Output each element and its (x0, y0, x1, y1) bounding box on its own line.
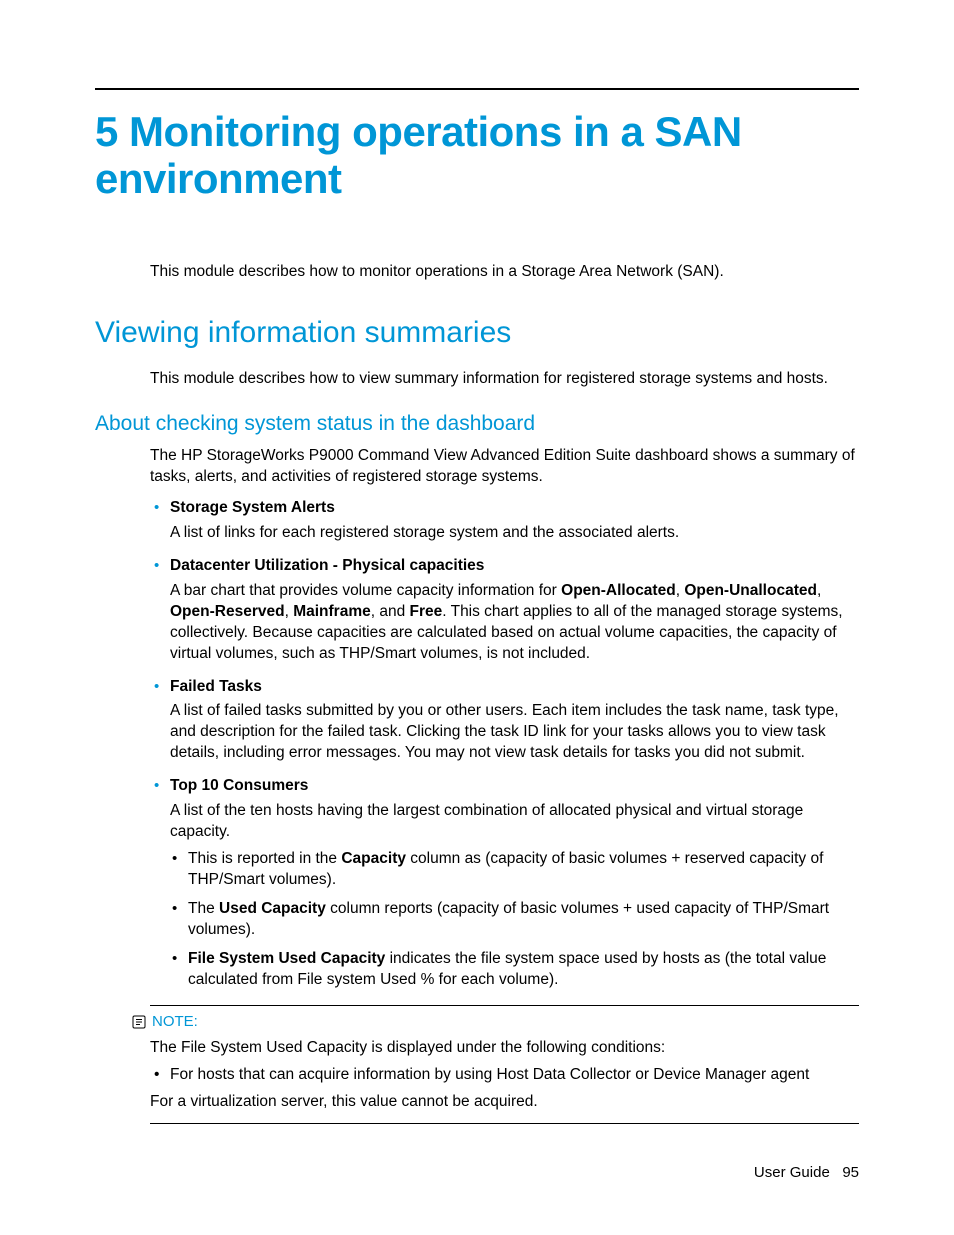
text: A bar chart that provides volume capacit… (170, 582, 561, 599)
text: This is reported in the (188, 850, 341, 867)
bold: Free (410, 603, 443, 620)
bold: Used Capacity (219, 900, 326, 917)
text: , and (371, 603, 410, 620)
bullet-body: A list of failed tasks submitted by you … (170, 701, 859, 764)
section-intro: This module describes how to view summar… (150, 369, 859, 390)
bullet-head: Failed Tasks (170, 677, 859, 698)
subsection-title: About checking system status in the dash… (95, 410, 859, 438)
list-item: The Used Capacity column reports (capaci… (170, 899, 859, 941)
note-label: NOTE: (152, 1012, 198, 1032)
subsection-intro: The HP StorageWorks P9000 Command View A… (150, 446, 859, 488)
sub-bullet-list: This is reported in the Capacity column … (170, 849, 859, 991)
note-line: For a virtualization server, this value … (150, 1092, 859, 1113)
note-icon (132, 1015, 146, 1029)
top-rule (95, 88, 859, 90)
section-title: Viewing information summaries (95, 313, 859, 354)
bullet-body: A bar chart that provides volume capacit… (170, 581, 859, 665)
note-heading: NOTE: (132, 1012, 859, 1032)
subsection-body: The HP StorageWorks P9000 Command View A… (150, 446, 859, 990)
list-item: This is reported in the Capacity column … (170, 849, 859, 891)
bold: Open-Allocated (561, 582, 676, 599)
page-footer: User Guide 95 (754, 1163, 859, 1183)
note-bottom-rule (150, 1123, 859, 1124)
chapter-intro: This module describes how to monitor ope… (150, 262, 859, 283)
footer-page: 95 (842, 1164, 859, 1181)
list-item: For hosts that can acquire information b… (150, 1065, 859, 1086)
list-item: Datacenter Utilization - Physical capaci… (150, 556, 859, 665)
bullet-head: Datacenter Utilization - Physical capaci… (170, 556, 859, 577)
chapter-title: 5 Monitoring operations in a SAN environ… (95, 108, 859, 202)
footer-doc: User Guide (754, 1164, 830, 1181)
bullet-body: A list of links for each registered stor… (170, 523, 859, 544)
bold: Mainframe (293, 603, 371, 620)
text: The (188, 900, 219, 917)
note-list: For hosts that can acquire information b… (150, 1065, 859, 1086)
bold: Open-Unallocated (684, 582, 817, 599)
bold: Capacity (341, 850, 406, 867)
list-item: File System Used Capacity indicates the … (170, 949, 859, 991)
bold: Open-Reserved (170, 603, 285, 620)
note-body: The File System Used Capacity is display… (150, 1038, 859, 1113)
note-top-rule (150, 1005, 859, 1006)
bold: File System Used Capacity (188, 950, 385, 967)
bullet-head: Storage System Alerts (170, 498, 859, 519)
note-block: NOTE: The File System Used Capacity is d… (150, 1005, 859, 1124)
dashboard-bullet-list: Storage System Alerts A list of links fo… (150, 498, 859, 990)
list-item: Top 10 Consumers A list of the ten hosts… (150, 776, 859, 990)
list-item: Failed Tasks A list of failed tasks subm… (150, 677, 859, 765)
bullet-head: Top 10 Consumers (170, 776, 859, 797)
note-line: The File System Used Capacity is display… (150, 1038, 859, 1059)
list-item: Storage System Alerts A list of links fo… (150, 498, 859, 544)
bullet-body: A list of the ten hosts having the large… (170, 801, 859, 843)
text: , (817, 582, 821, 599)
text: , (285, 603, 294, 620)
